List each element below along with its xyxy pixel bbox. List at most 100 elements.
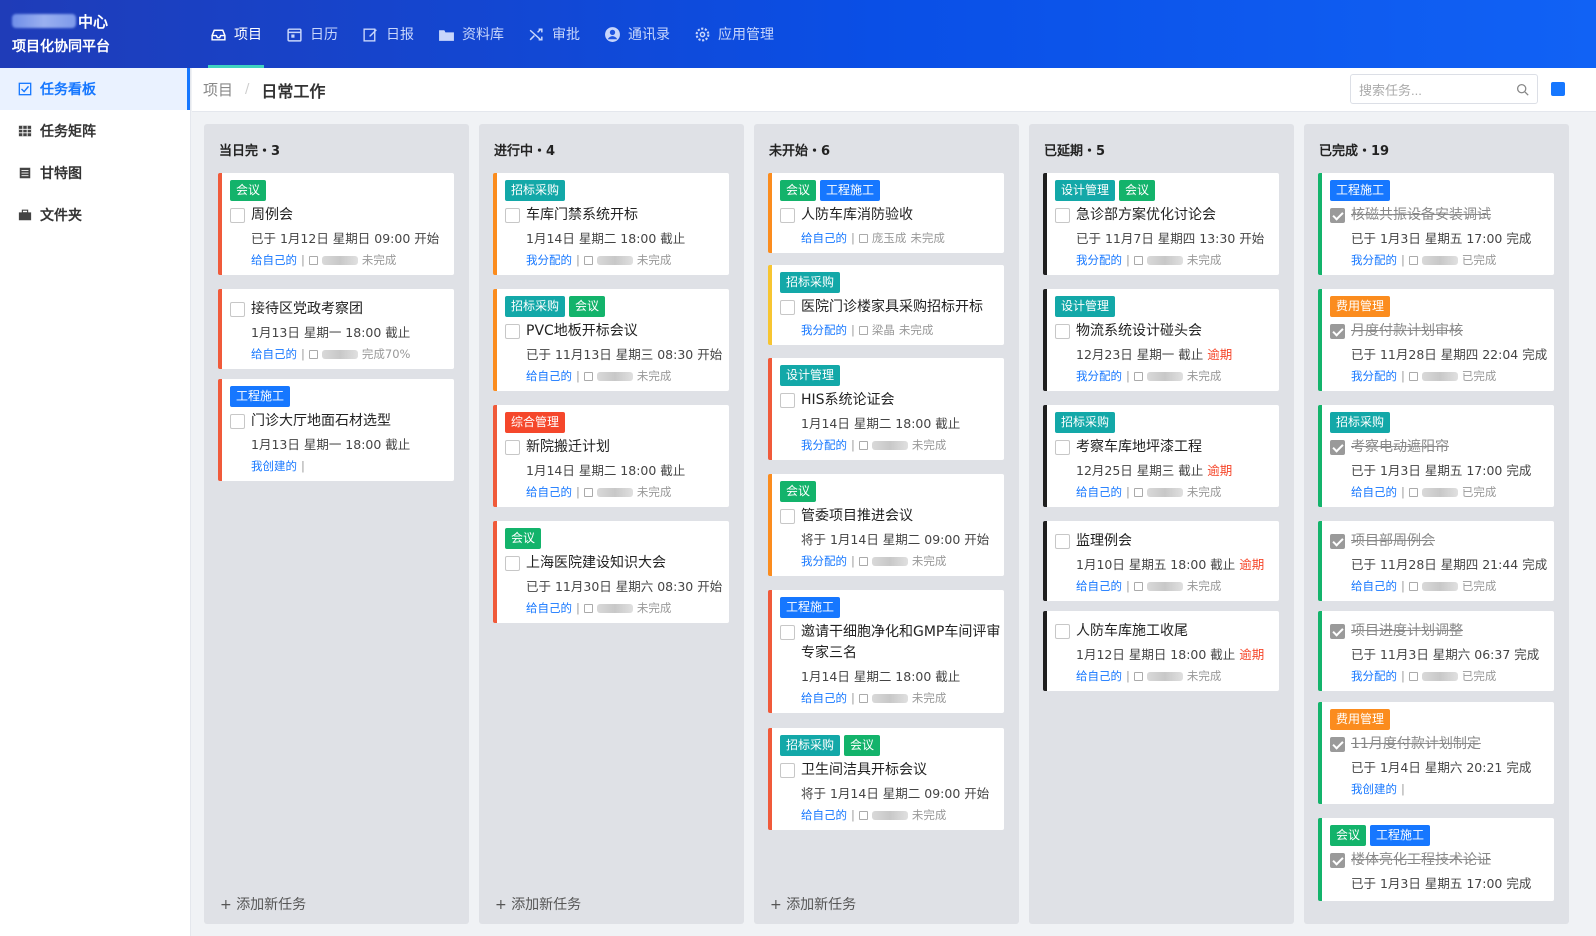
task-title[interactable]: 接待区党政考察团 [251, 299, 363, 320]
task-card[interactable]: 招标采购 考察电动遮阳帘 已于 1月3日 星期五 17:00 完成 给自己的 | 已完成 [1318, 405, 1554, 507]
task-card[interactable]: 综合管理 新院搬迁计划 1月14日 星期二 18:00 截止 给自己的 | 未完成 [493, 405, 729, 507]
task-card[interactable]: 招标采购 会议 卫生间洁具开标会议 将于 1月14日 星期二 09:00 开始 给自己的… [768, 728, 1004, 830]
task-checkbox[interactable] [230, 302, 245, 317]
task-checkbox[interactable] [780, 300, 795, 315]
task-tag[interactable]: 招标采购 [505, 296, 566, 317]
task-title[interactable]: 人防车库消防验收 [801, 205, 913, 226]
task-source[interactable]: 我创建的 [251, 459, 297, 473]
task-title[interactable]: 物流系统设计碰头会 [1076, 321, 1202, 342]
task-checkbox[interactable] [780, 208, 795, 223]
task-checkbox[interactable] [505, 208, 520, 223]
task-tag[interactable]: 工程施工 [1370, 825, 1431, 846]
task-title[interactable]: 项目进度计划调整 [1351, 621, 1463, 642]
task-title[interactable]: 急诊部方案优化讨论会 [1076, 205, 1216, 226]
task-card[interactable]: 项目进度计划调整 已于 11月3日 星期六 06:37 完成 我分配的 | 已完成 [1318, 611, 1554, 691]
task-title[interactable]: 新院搬迁计划 [526, 437, 610, 458]
task-title[interactable]: 11月度付款计划制定 [1351, 734, 1481, 755]
task-card[interactable]: 会议 上海医院建设知识大会 已于 11月30日 星期六 08:30 开始 给自己的 | 未… [493, 521, 729, 623]
task-checkbox[interactable] [1055, 208, 1070, 223]
task-source[interactable]: 给自己的 [526, 485, 572, 499]
task-tag[interactable]: 设计管理 [1055, 296, 1116, 317]
task-title[interactable]: 邀请干细胞净化和GMP车间评审专家三名 [801, 622, 1004, 664]
task-title[interactable]: 门诊大厅地面石材选型 [251, 411, 391, 432]
task-title[interactable]: 周例会 [251, 205, 293, 226]
task-card[interactable]: 人防车库施工收尾 1月12日 星期日 18:00 截止 逾期 给自己的 | 未完成 [1043, 611, 1279, 691]
nav-item-5[interactable]: 通讯录 [592, 0, 682, 68]
task-title[interactable]: 核磁共振设备安装调试 [1351, 205, 1491, 226]
task-source[interactable]: 我分配的 [1351, 669, 1397, 683]
filter-checkbox[interactable] [1551, 82, 1565, 96]
task-tag[interactable]: 会议 [780, 180, 817, 201]
nav-item-6[interactable]: 应用管理 [682, 0, 786, 68]
task-tag[interactable]: 会议 [844, 735, 881, 756]
task-checkbox[interactable] [780, 625, 795, 640]
task-source[interactable]: 我创建的 [1351, 782, 1397, 796]
task-title[interactable]: 项目部周例会 [1351, 531, 1435, 552]
sidebar-item-0[interactable]: 任务看板 [0, 68, 190, 110]
task-source[interactable]: 给自己的 [801, 231, 847, 245]
task-tag[interactable]: 会议 [505, 528, 542, 549]
task-card[interactable]: 设计管理 HIS系统论证会 1月14日 星期二 18:00 截止 我分配的 | 未完成 [768, 358, 1004, 460]
task-title[interactable]: 管委项目推进会议 [801, 506, 913, 527]
sidebar-item-2[interactable]: 甘特图 [0, 152, 190, 194]
task-checkbox[interactable] [1330, 324, 1345, 339]
task-checkbox[interactable] [505, 440, 520, 455]
task-tag[interactable]: 工程施工 [230, 386, 291, 407]
task-source[interactable]: 我分配的 [1076, 369, 1122, 383]
task-source[interactable]: 我分配的 [801, 554, 847, 568]
task-checkbox[interactable] [230, 208, 245, 223]
task-tag[interactable]: 招标采购 [1330, 412, 1391, 433]
task-card[interactable]: 会议 管委项目推进会议 将于 1月14日 星期二 09:00 开始 我分配的 | 未完成 [768, 474, 1004, 576]
task-tag[interactable]: 工程施工 [780, 597, 841, 618]
task-checkbox[interactable] [1055, 624, 1070, 639]
task-tag[interactable]: 设计管理 [780, 365, 841, 386]
task-tag[interactable]: 招标采购 [1055, 412, 1116, 433]
nav-item-2[interactable]: 日报 [350, 0, 426, 68]
add-task-button[interactable]: + 添加新任务 [220, 894, 306, 914]
add-task-button[interactable]: + 添加新任务 [770, 894, 856, 914]
task-source[interactable]: 给自己的 [1076, 579, 1122, 593]
task-card[interactable]: 招标采购 会议 PVC地板开标会议 已于 11月13日 星期三 08:30 开始 给自己… [493, 289, 729, 391]
task-tag[interactable]: 综合管理 [505, 412, 566, 433]
task-checkbox[interactable] [1330, 624, 1345, 639]
task-card[interactable]: 招标采购 考察车库地坪漆工程 12月25日 星期三 截止 逾期 给自己的 | 未完成 [1043, 405, 1279, 507]
task-checkbox[interactable] [505, 324, 520, 339]
task-title[interactable]: 楼体亮化工程技术论证 [1351, 850, 1491, 871]
task-tag[interactable]: 会议 [569, 296, 606, 317]
task-tag[interactable]: 工程施工 [1330, 180, 1391, 201]
task-source[interactable]: 给自己的 [1351, 579, 1397, 593]
task-checkbox[interactable] [1330, 440, 1345, 455]
task-source[interactable]: 给自己的 [1076, 485, 1122, 499]
task-checkbox[interactable] [780, 509, 795, 524]
task-card[interactable]: 工程施工 核磁共振设备安装调试 已于 1月3日 星期五 17:00 完成 我分配的 | 已… [1318, 173, 1554, 275]
task-title[interactable]: HIS系统论证会 [801, 390, 895, 411]
nav-item-4[interactable]: 审批 [516, 0, 592, 68]
task-checkbox[interactable] [1055, 534, 1070, 549]
task-tag[interactable]: 费用管理 [1330, 296, 1391, 317]
task-card[interactable]: 招标采购 车库门禁系统开标 1月14日 星期二 18:00 截止 我分配的 | 未完成 [493, 173, 729, 275]
task-source[interactable]: 我分配的 [801, 438, 847, 452]
task-tag[interactable]: 招标采购 [780, 272, 841, 293]
search-icon[interactable] [1516, 83, 1529, 96]
task-checkbox[interactable] [1330, 208, 1345, 223]
task-source[interactable]: 我分配的 [801, 323, 847, 337]
task-card[interactable]: 工程施工 邀请干细胞净化和GMP车间评审专家三名 1月14日 星期二 18:00 截… [768, 590, 1004, 713]
task-title[interactable]: 人防车库施工收尾 [1076, 621, 1188, 642]
task-tag[interactable]: 会议 [1119, 180, 1156, 201]
task-title[interactable]: 考察电动遮阳帘 [1351, 437, 1449, 458]
task-source[interactable]: 给自己的 [1351, 485, 1397, 499]
task-tag[interactable]: 工程施工 [820, 180, 881, 201]
task-card[interactable]: 设计管理 会议 急诊部方案优化讨论会 已于 11月7日 星期四 13:30 开始 我分配… [1043, 173, 1279, 275]
task-title[interactable]: 考察车库地坪漆工程 [1076, 437, 1202, 458]
task-title[interactable]: 监理例会 [1076, 531, 1132, 552]
task-source[interactable]: 给自己的 [801, 691, 847, 705]
task-checkbox[interactable] [780, 393, 795, 408]
task-title[interactable]: 上海医院建设知识大会 [526, 553, 666, 574]
task-card[interactable]: 设计管理 物流系统设计碰头会 12月23日 星期一 截止 逾期 我分配的 | 未完成 [1043, 289, 1279, 391]
task-source[interactable]: 给自己的 [1076, 669, 1122, 683]
task-tag[interactable]: 招标采购 [780, 735, 841, 756]
task-tag[interactable]: 会议 [780, 481, 817, 502]
task-checkbox[interactable] [1330, 737, 1345, 752]
task-card[interactable]: 工程施工 门诊大厅地面石材选型 1月13日 星期一 18:00 截止 我创建的 | [218, 379, 454, 481]
task-title[interactable]: 医院门诊楼家具采购招标开标 [801, 297, 983, 318]
